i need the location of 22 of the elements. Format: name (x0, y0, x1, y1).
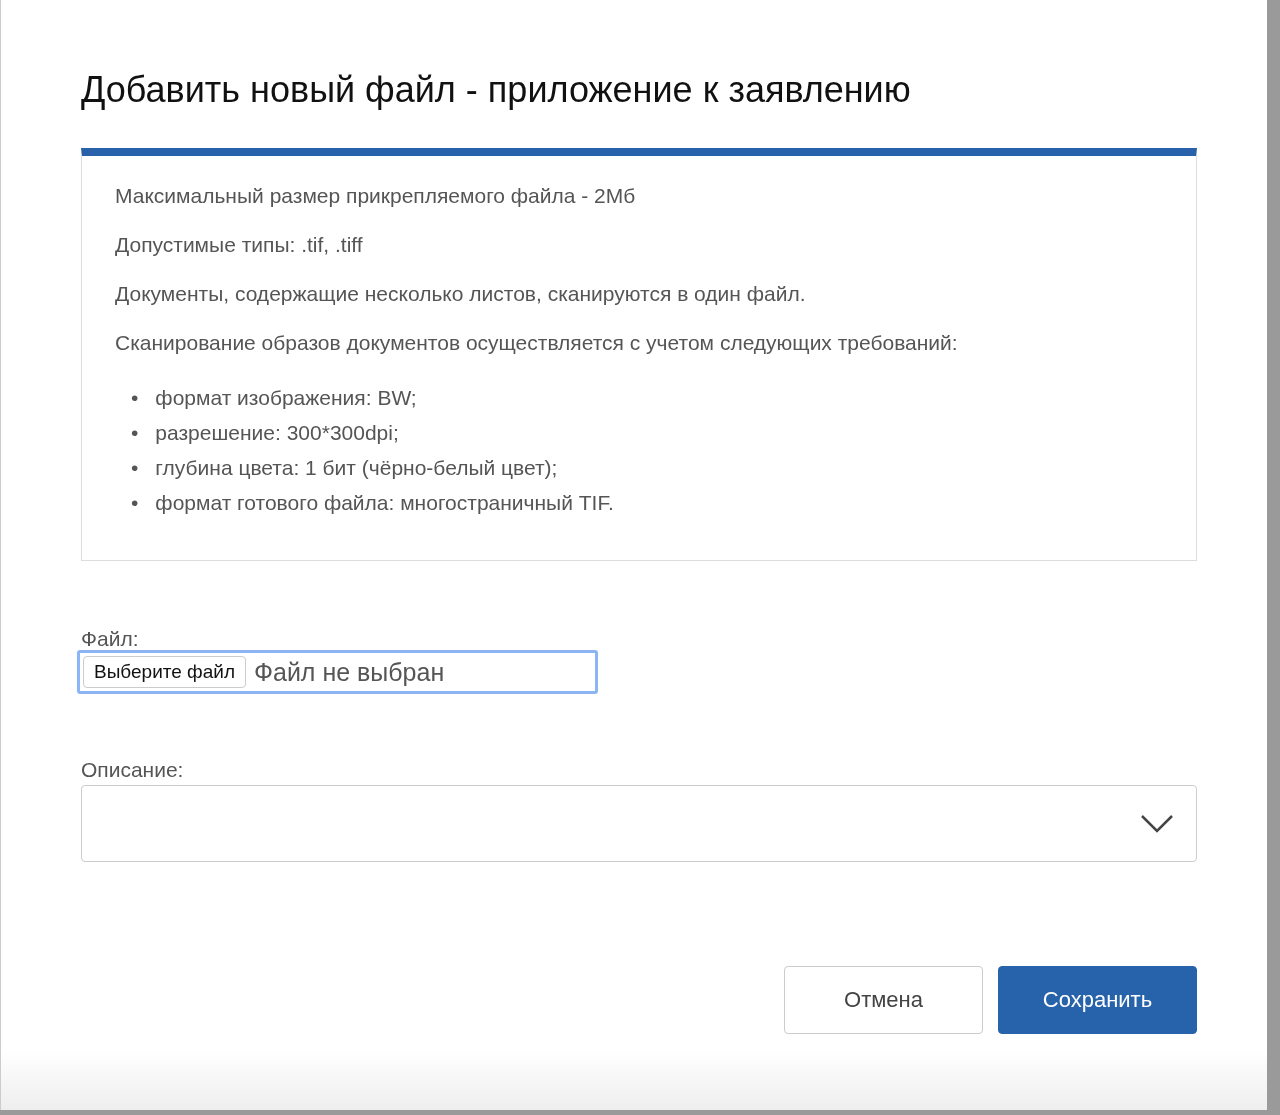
requirement-item: формат готового файла: многостраничный TIF. (155, 490, 614, 515)
save-button[interactable]: Сохранить (998, 966, 1197, 1034)
bullet-marker: • (131, 455, 139, 480)
requirement-item: формат изображения: BW; (155, 385, 417, 410)
file-input[interactable]: Выберите файл Файл не выбран (77, 650, 598, 694)
cancel-button[interactable]: Отмена (784, 966, 983, 1034)
notice-text: Документы, содержащие несколько листов, сканируются в один файл. (115, 282, 807, 306)
chevron-down-icon (1141, 814, 1173, 833)
bullet-marker: • (131, 385, 139, 410)
file-status: Файл не выбран (254, 657, 445, 687)
bullet-marker: • (131, 420, 139, 445)
description-label: Описание: (81, 759, 185, 781)
requirement-item: глубина цвета: 1 бит (чёрно-белый цвет); (155, 455, 558, 480)
notice-text: Допустимые типы: .tif, .tiff (115, 233, 364, 257)
choose-file-button[interactable]: Выберите файл (83, 656, 246, 688)
dialog-title: Добавить новый файл - приложение к заявлению (81, 68, 912, 112)
bullet-marker: • (131, 490, 139, 515)
requirement-item: разрешение: 300*300dpi; (155, 420, 399, 445)
notice-text: Сканирование образов документов осуществляется с учетом следующих требований: (115, 331, 959, 355)
description-select[interactable] (81, 785, 1197, 862)
notice-text: Максимальный размер прикрепляемого файла - 2Мб (115, 184, 637, 208)
file-label: Файл: (81, 628, 140, 650)
